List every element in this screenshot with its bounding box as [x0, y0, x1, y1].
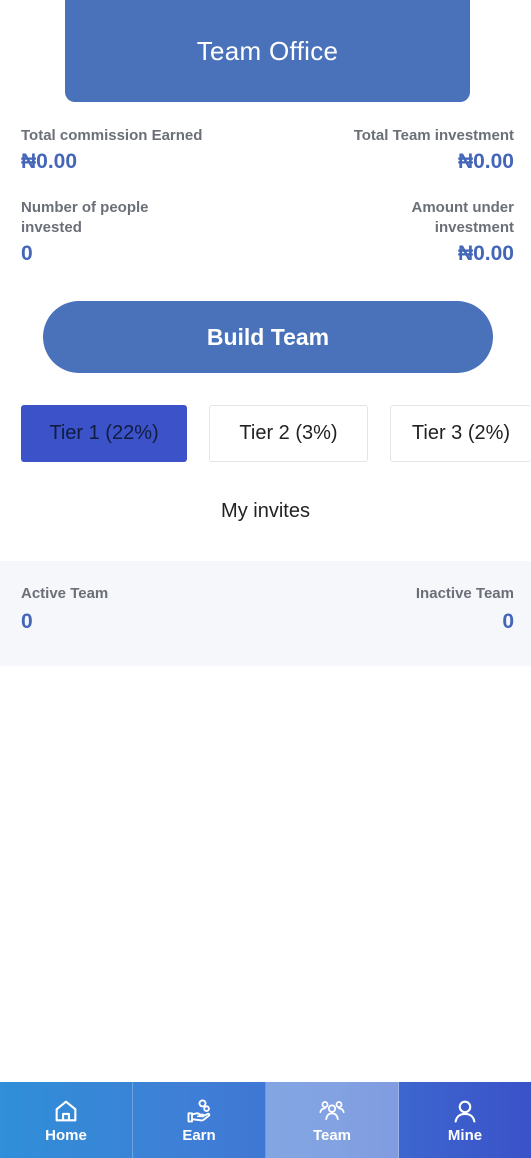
- total-team-investment-stat: Total Team investment ₦0.00: [354, 126, 514, 174]
- active-team-value: 0: [21, 610, 33, 633]
- total-team-investment-value: ₦0.00: [457, 150, 514, 173]
- inactive-team-label: Inactive Team: [415, 585, 514, 602]
- page-title: Team Office: [196, 35, 339, 66]
- tab-tier-2[interactable]: Tier 2 (3%): [209, 405, 368, 462]
- nav-item-mine[interactable]: Mine: [399, 1082, 531, 1158]
- header-card: Team Office: [65, 0, 470, 102]
- earn-hand-coin-icon: [187, 1098, 211, 1122]
- tab-tier-3[interactable]: Tier 3 (2%): [390, 405, 531, 462]
- people-invested-label-1: Number of people: [21, 199, 149, 216]
- nav-item-team[interactable]: Team: [266, 1082, 399, 1158]
- user-icon: [454, 1100, 476, 1123]
- people-invested-value: 0: [21, 242, 33, 265]
- active-team-label: Active Team: [21, 585, 109, 602]
- my-invites-title: My invites: [221, 500, 310, 522]
- amount-under-investment-stat: Amount under investment ₦0.00: [412, 198, 515, 266]
- build-team-button[interactable]: Build Team: [43, 301, 493, 373]
- total-commission-stat: Total commission Earned ₦0.00: [21, 126, 202, 174]
- people-invested-label-2: invested: [21, 219, 82, 236]
- team-summary-panel: Active Team 0 Inactive Team 0: [0, 561, 531, 666]
- amount-under-label-1: Amount under: [411, 199, 515, 216]
- amount-under-label-2: investment: [434, 219, 514, 236]
- total-commission-value: ₦0.00: [21, 150, 78, 173]
- home-icon: [55, 1100, 77, 1121]
- inactive-team-stat: Inactive Team 0: [416, 585, 514, 634]
- nav-label-mine: Mine: [447, 1126, 483, 1144]
- team-icon: [319, 1100, 345, 1120]
- nav-label-earn: Earn: [182, 1126, 216, 1144]
- nav-label-home: Home: [45, 1126, 87, 1144]
- amount-under-value: ₦0.00: [457, 242, 514, 265]
- total-team-investment-label: Total Team investment: [353, 127, 514, 144]
- tab-tier-1[interactable]: Tier 1 (22%): [21, 405, 187, 462]
- nav-item-home[interactable]: Home: [0, 1082, 133, 1158]
- total-commission-label: Total commission Earned: [21, 127, 203, 144]
- people-invested-stat: Number of people invested 0: [21, 198, 149, 266]
- nav-item-earn[interactable]: Earn: [133, 1082, 266, 1158]
- inactive-team-value: 0: [502, 610, 514, 633]
- active-team-stat: Active Team 0: [21, 585, 108, 634]
- nav-label-team: Team: [312, 1126, 352, 1144]
- bottom-nav: Home Earn Team Mine: [0, 1082, 531, 1158]
